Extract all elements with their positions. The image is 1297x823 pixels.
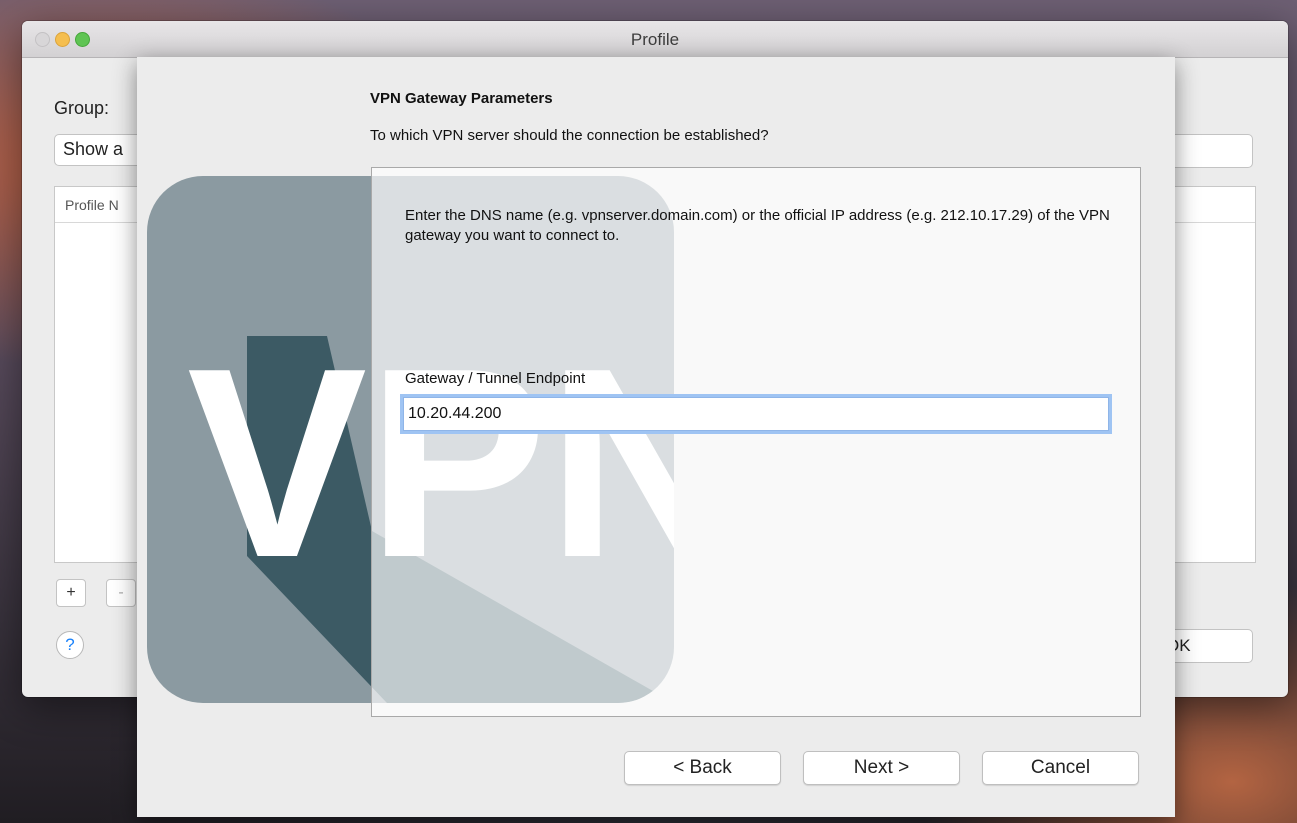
- vpn-gateway-wizard-sheet: VPN VPN Gateway Parameters To which VPN …: [137, 57, 1175, 817]
- help-icon[interactable]: ?: [56, 631, 84, 659]
- instructions-text: Enter the DNS name (e.g. vpnserver.domai…: [405, 207, 1110, 244]
- back-button[interactable]: < Back: [624, 751, 781, 785]
- gateway-tunnel-endpoint-input[interactable]: [403, 397, 1109, 431]
- section-title: VPN Gateway Parameters: [370, 90, 553, 107]
- title-bar: Profile: [22, 21, 1288, 58]
- next-button[interactable]: Next >: [803, 751, 960, 785]
- window-title: Profile: [630, 30, 680, 49]
- cancel-button[interactable]: Cancel: [982, 751, 1139, 785]
- content-panel: Enter the DNS name (e.g. vpnserver.domai…: [371, 167, 1141, 717]
- remove-profile-button[interactable]: -: [106, 579, 136, 607]
- section-subtitle: To which VPN server should the connectio…: [370, 127, 769, 144]
- group-label: Group:: [54, 98, 110, 118]
- add-profile-button[interactable]: +: [56, 579, 86, 607]
- gateway-field-label: Gateway / Tunnel Endpoint: [405, 370, 586, 387]
